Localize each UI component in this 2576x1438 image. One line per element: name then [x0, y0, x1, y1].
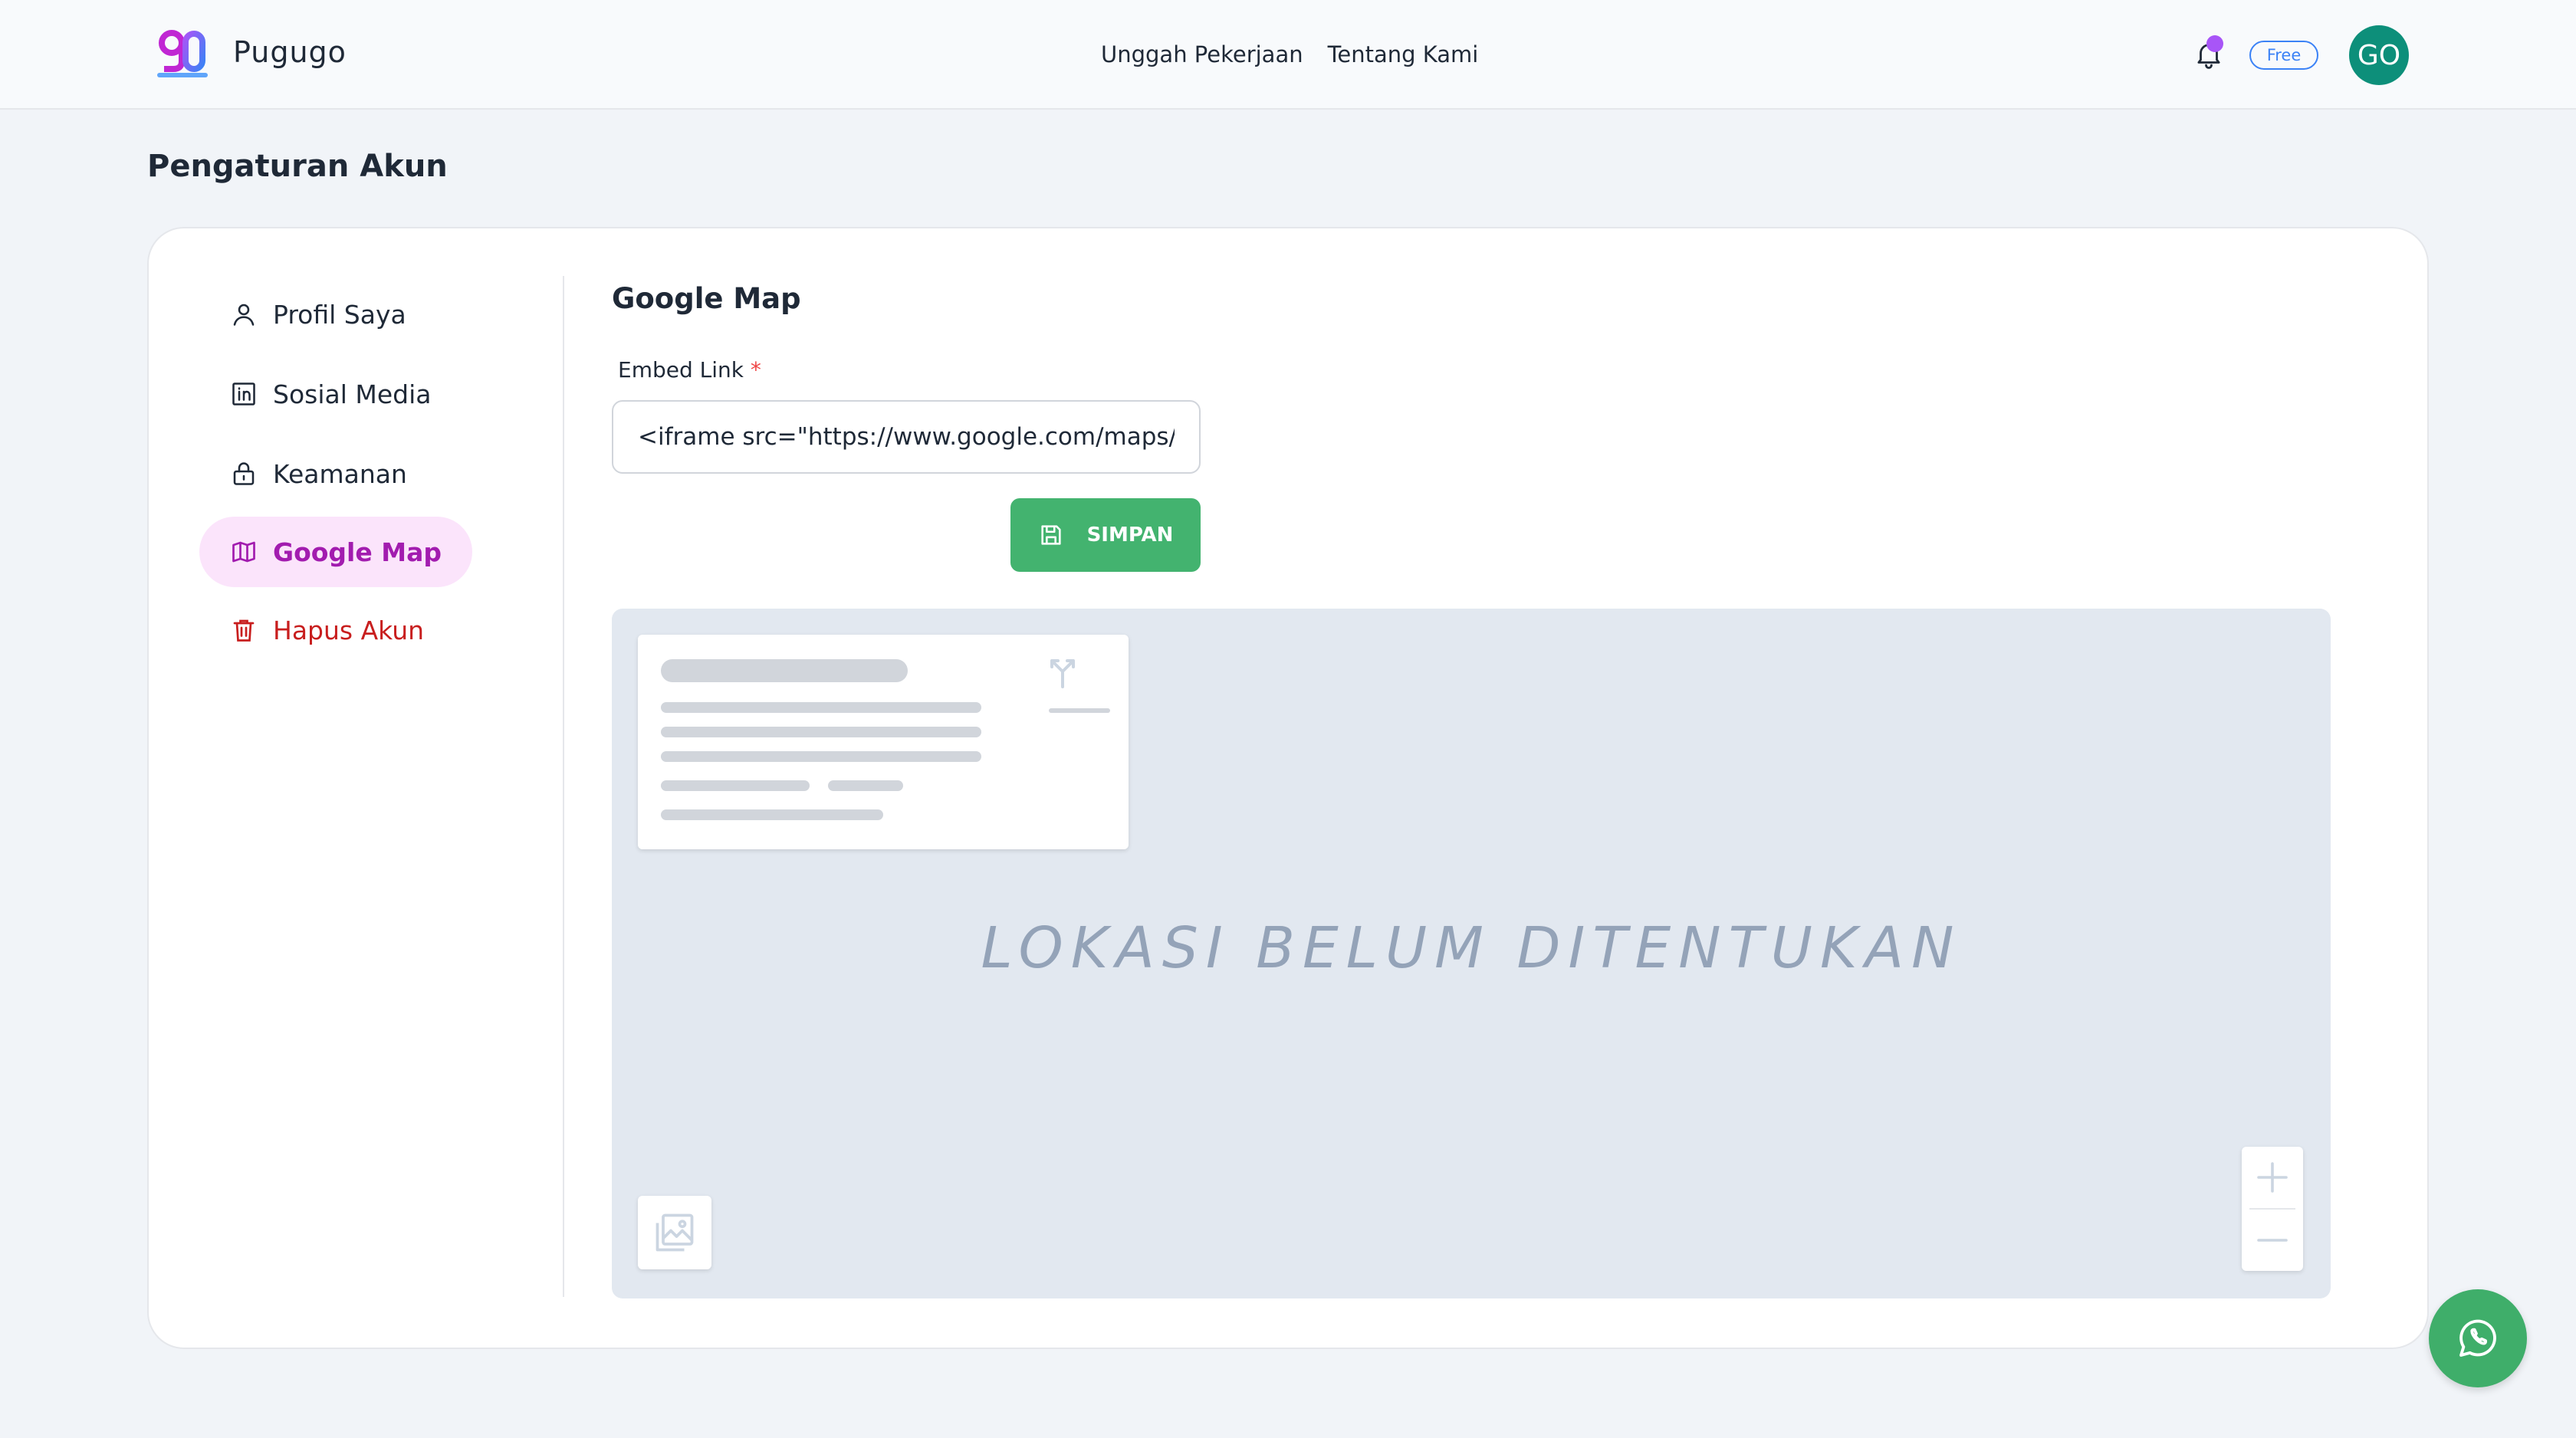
sidebar-item-hapus-akun[interactable]: Hapus Akun	[199, 595, 455, 665]
map-type-button[interactable]	[638, 1196, 711, 1269]
sidebar-item-keamanan[interactable]: Keamanan	[199, 438, 438, 509]
linkedin-icon	[232, 382, 255, 405]
sidebar-item-label: Keamanan	[273, 458, 407, 489]
skeleton-title	[661, 659, 908, 682]
skeleton-line	[661, 809, 883, 820]
skeleton-line	[661, 780, 810, 791]
zoom-in-button[interactable]	[2242, 1147, 2303, 1208]
image-icon	[656, 1213, 694, 1252]
sidebar-item-label: Profil Saya	[273, 299, 406, 330]
directions-icon	[1050, 659, 1075, 688]
plan-badge: Free	[2249, 41, 2318, 70]
whatsapp-icon	[2459, 1319, 2496, 1357]
save-icon	[1040, 525, 1061, 545]
sidebar-item-label: Hapus Akun	[273, 615, 425, 645]
sidebar-item-label: Sosial Media	[273, 379, 432, 409]
embed-link-input[interactable]	[612, 400, 1201, 474]
embed-link-label-text: Embed Link	[618, 357, 744, 382]
settings-card: Profil Saya Sosial Media Keamanan Google…	[147, 227, 2429, 1349]
nav-unggah-pekerjaan[interactable]: Unggah Pekerjaan	[1101, 41, 1303, 67]
lock-icon	[233, 462, 255, 485]
sidebar-item-label: Google Map	[273, 537, 442, 567]
top-header: Pugugo Unggah Pekerjaan Tentang Kami Fre…	[0, 0, 2576, 110]
skeleton-line	[661, 702, 981, 713]
sidebar-item-google-map[interactable]: Google Map	[199, 517, 472, 587]
top-nav: Unggah Pekerjaan Tentang Kami	[1101, 41, 1478, 67]
brand-name[interactable]: Pugugo	[233, 35, 347, 69]
pugugo-logo[interactable]	[156, 28, 210, 81]
map-preview[interactable]: LOKASI BELUM DITENTUKAN	[612, 609, 2331, 1298]
save-button[interactable]: SIMPAN	[1010, 498, 1201, 572]
whatsapp-chat-button[interactable]	[2429, 1289, 2527, 1387]
skeleton-line	[661, 751, 981, 762]
required-mark: *	[750, 357, 761, 382]
skeleton-line	[828, 780, 903, 791]
zoom-out-button[interactable]	[2242, 1210, 2303, 1271]
zoom-controls	[2242, 1147, 2303, 1271]
empty-location-message: LOKASI BELUM DITENTUKAN	[981, 915, 1962, 981]
sidebar-item-profil-saya[interactable]: Profil Saya	[199, 279, 437, 350]
notification-dot	[2206, 35, 2223, 52]
page-title: Pengaturan Akun	[147, 149, 448, 184]
skeleton-line	[661, 727, 981, 737]
avatar[interactable]: GO	[2349, 25, 2409, 85]
save-button-label: SIMPAN	[1086, 524, 1174, 547]
embed-link-label: Embed Link *	[618, 357, 761, 382]
map-icon	[232, 541, 255, 563]
trash-icon	[233, 619, 255, 642]
map-info-card-placeholder	[638, 635, 1129, 849]
sidebar-divider	[563, 276, 564, 1297]
skeleton-line	[1049, 708, 1110, 713]
sidebar-item-sosial-media[interactable]: Sosial Media	[199, 359, 462, 429]
nav-tentang-kami[interactable]: Tentang Kami	[1328, 41, 1479, 67]
user-icon	[233, 304, 255, 326]
section-title: Google Map	[612, 282, 801, 315]
plus-icon	[2257, 1162, 2288, 1193]
minus-icon	[2257, 1239, 2288, 1242]
